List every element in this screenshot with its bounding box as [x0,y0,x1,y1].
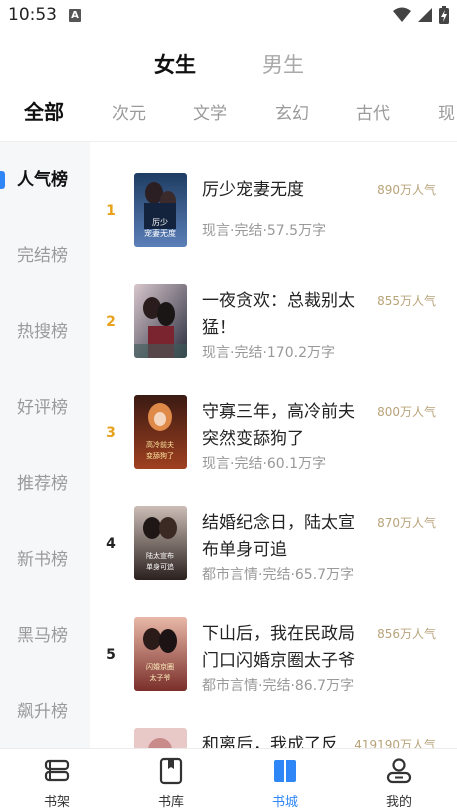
book-cover: 厉少 宠妻无度 [134,173,187,247]
svg-text:单身可追: 单身可追 [146,562,174,571]
tab-female[interactable]: 女生 [154,50,196,80]
signal-icon [418,8,432,22]
book-item[interactable]: 2 一夜贪欢：总裁别太猛！ 现言·完结·170.2万字 855万人气 [90,284,457,384]
book-meta: 现言·完结·60.1万字 [202,456,327,472]
bottom-nav: 书架 书库 书城 我的 [0,748,457,812]
tab-male[interactable]: 男生 [262,50,304,80]
book-cover: 陆太宣布 单身可追 [134,506,187,580]
bookstore-icon [274,760,296,782]
ranking-side-nav: 人气榜 完结榜 热搜榜 好评榜 推荐榜 新书榜 黑马榜 飙升榜 [0,142,90,748]
category-tab-all[interactable]: 全部 [24,98,64,126]
category-tab-literature[interactable]: 文学 [193,100,227,128]
svg-text:厉少: 厉少 [152,218,168,227]
category-tab-ciyuan[interactable]: 次元 [112,100,146,128]
side-item-dark-horse[interactable]: 黑马榜 [0,618,90,654]
category-tabs: 全部 次元 文学 玄幻 古代 现 [0,98,457,128]
category-tab-ancient[interactable]: 古代 [356,100,390,128]
book-meta: 现言·完结·170.2万字 [202,345,335,361]
category-tab-modern[interactable]: 现 [438,100,455,128]
book-title: 下山后，我在民政局门口闪婚京圈太子爷 [202,624,355,671]
nav-bookstore[interactable]: 书城 [228,749,342,812]
svg-text:变舔狗了: 变舔狗了 [146,451,174,460]
side-item-hot-search[interactable]: 热搜榜 [0,314,90,350]
book-cover: 高冷前夫 变舔狗了 [134,395,187,469]
side-item-label: 人气榜 [17,170,68,190]
library-icon [159,757,183,785]
side-item-rising[interactable]: 飙升榜 [0,694,90,730]
popularity-count: 800万人气 [377,405,436,419]
popularity-count: 890万人气 [377,183,436,197]
nav-profile[interactable]: 我的 [342,749,456,812]
status-bar: 10:53 A [0,0,457,32]
nav-label: 书城 [271,795,298,810]
rank-number: 3 [106,425,116,441]
svg-text:陆太宣布: 陆太宣布 [146,551,174,560]
rank-number: 2 [106,314,116,330]
book-item[interactable]: 4 陆太宣布 单身可追 结婚纪念日，陆太宣布单身可追 都市言情·完结·65.7万… [90,506,457,606]
rank-number: 4 [106,536,116,552]
book-meta: 现言·完结·57.5万字 [202,223,327,239]
book-cover: 闪婚京圈 太子爷 [134,617,187,691]
book-item[interactable]: 1 厉少 宠妻无度 厉少宠妻无度 现言·完结·57.5万字 890万人气 [90,173,457,273]
book-item[interactable]: 和离后，我成了反 419190万人气 [90,728,457,748]
rank-number: 5 [106,647,116,663]
category-tab-fantasy[interactable]: 玄幻 [275,100,309,128]
book-title: 一夜贪欢：总裁别太猛！ [202,291,355,338]
active-indicator [0,171,5,189]
popularity-count: 870万人气 [377,516,436,530]
book-list: 1 厉少 宠妻无度 厉少宠妻无度 现言·完结·57.5万字 890万人气 2 一… [90,142,457,748]
book-cover [134,728,187,748]
book-title: 厉少宠妻无度 [202,180,304,200]
notification-a-icon: A [69,9,81,22]
rank-number: 1 [106,203,116,219]
side-item-recommended[interactable]: 推荐榜 [0,466,90,502]
svg-text:宠妻无度: 宠妻无度 [144,228,176,238]
book-title: 和离后，我成了反 [202,735,338,748]
book-title: 守寡三年，高冷前夫突然变舔狗了 [202,402,355,449]
side-item-completed[interactable]: 完结榜 [0,238,90,274]
book-item[interactable]: 5 闪婚京圈 太子爷 下山后，我在民政局门口闪婚京圈太子爷 都市言情·完结·86… [90,617,457,717]
svg-text:闪婚京圈: 闪婚京圈 [146,662,174,671]
side-item-popular[interactable]: 人气榜 [0,162,90,198]
book-meta: 都市言情·完结·86.7万字 [202,678,355,694]
svg-text:太子爷: 太子爷 [150,673,171,682]
gender-tabs: 女生 男生 [0,50,457,82]
battery-icon [439,6,449,24]
side-item-new-books[interactable]: 新书榜 [0,542,90,578]
bookshelf-icon [44,759,70,782]
book-title: 结婚纪念日，陆太宣布单身可追 [202,513,355,560]
book-cover [134,284,187,358]
wifi-icon [393,7,411,22]
nav-library[interactable]: 书库 [114,749,228,812]
nav-bookshelf[interactable]: 书架 [0,749,114,812]
popularity-count: 855万人气 [377,294,436,308]
status-time: 10:53 [8,5,57,25]
book-item[interactable]: 3 高冷前夫 变舔狗了 守寡三年，高冷前夫突然变舔狗了 现言·完结·60.1万字… [90,395,457,495]
nav-label: 我的 [385,795,412,810]
nav-label: 书库 [157,795,184,810]
popularity-count: 856万人气 [377,627,436,641]
side-item-top-rated[interactable]: 好评榜 [0,390,90,426]
profile-icon [386,758,412,784]
nav-label: 书架 [43,795,70,810]
book-meta: 都市言情·完结·65.7万字 [202,567,355,583]
svg-text:高冷前夫: 高冷前夫 [146,440,174,449]
popularity-count: 419190万人气 [354,738,436,748]
